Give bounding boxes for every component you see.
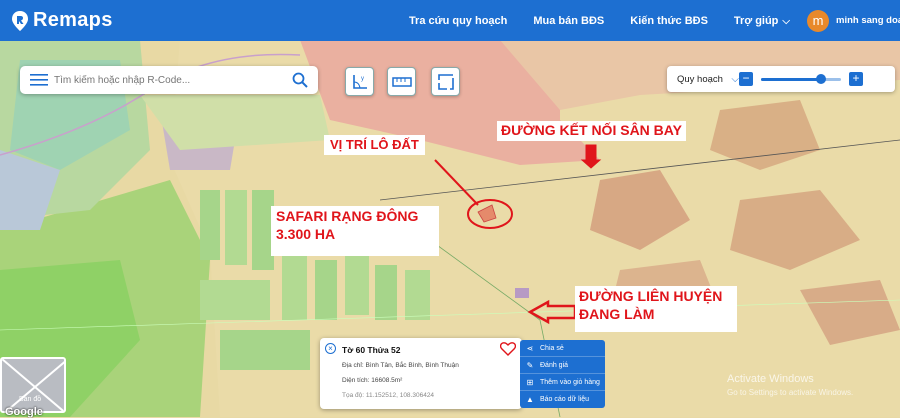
report-label: Báo cáo dữ liệu <box>540 396 590 403</box>
top-navbar: Remaps Tra cứu quy hoạch Mua bán BĐS Kiế… <box>0 0 900 41</box>
parcel-coords: Tọa độ: 11.152512, 108.306424 <box>342 392 435 399</box>
add-to-cart-menu-item[interactable]: ⊞ Thêm vào giỏ hàng <box>520 374 605 391</box>
ruler-icon <box>391 76 412 87</box>
share-icon: ⋖ <box>526 343 534 353</box>
warning-icon: ▲ <box>526 395 534 404</box>
layer-select-label: Quy hoạch <box>677 73 723 85</box>
nav-planning-lookup[interactable]: Tra cứu quy hoạch <box>409 15 507 27</box>
nav-knowledge[interactable]: Kiến thức BĐS <box>630 15 708 27</box>
chevron-down-icon: ⌵ <box>731 73 739 85</box>
heart-icon[interactable] <box>500 342 516 356</box>
district-road-label-line1: ĐƯỜNG LIÊN HUYỆN <box>579 288 723 304</box>
airport-road-arrow <box>580 144 602 169</box>
search-bar <box>20 66 318 94</box>
review-menu-item[interactable]: ✎ Đánh giá <box>520 357 605 374</box>
parcel-address: Địa chỉ: Bình Tân, Bắc Bình, Bình Thuận <box>342 362 459 369</box>
parcel-area: Diện tích: 16608.5m² <box>342 377 403 384</box>
airport-road-label: ĐƯỜNG KẾT NỐI SÂN BAY <box>497 121 686 141</box>
nav-help[interactable]: Trợ giúp ⌵ <box>734 15 790 27</box>
measure-distance-button[interactable] <box>387 67 416 96</box>
area-select-icon <box>437 73 454 90</box>
lot-position-label: VỊ TRÍ LÔ ĐẤT <box>324 135 425 156</box>
brand-logo[interactable]: Remaps <box>12 9 113 32</box>
district-road-label: ĐƯỜNG LIÊN HUYỆN ĐANG LÀM <box>575 286 737 332</box>
report-menu-item[interactable]: ▲ Báo cáo dữ liệu <box>520 391 605 408</box>
opacity-slider-fill <box>761 77 821 81</box>
parcel-title: Tờ 60 Thửa 52 <box>342 345 401 355</box>
menu-icon[interactable] <box>30 73 48 87</box>
district-road-arrow <box>527 299 577 325</box>
user-name[interactable]: minh sang doan <box>836 15 900 26</box>
basemap-thumbnail-icon <box>2 359 64 411</box>
measure-angle-button[interactable]: y <box>345 67 374 96</box>
review-label: Đánh giá <box>540 361 569 369</box>
nav-buy-sell[interactable]: Mua bán BĐS <box>533 15 604 27</box>
main-nav: Tra cứu quy hoạch Mua bán BĐS Kiến thức … <box>396 0 900 41</box>
angle-measure-icon: y <box>352 74 367 89</box>
nav-help-label: Trợ giúp <box>733 14 779 27</box>
add-to-cart-label: Thêm vào giỏ hàng <box>540 378 600 386</box>
brand-name: Remaps <box>33 9 113 31</box>
opacity-increase-button[interactable]: + <box>849 72 863 86</box>
close-icon[interactable]: × <box>325 343 336 354</box>
safari-label-line2: 3.300 HA <box>276 225 336 242</box>
opacity-decrease-button[interactable]: − <box>739 72 753 86</box>
search-input[interactable] <box>54 74 292 86</box>
parcel-popup: × Tờ 60 Thửa 52 Địa chỉ: Bình Tân, Bắc B… <box>320 338 522 409</box>
logo-pin-icon <box>12 10 28 31</box>
share-label: Chia sẻ <box>540 344 564 352</box>
search-icon[interactable] <box>292 72 308 88</box>
chevron-down-icon: ⌵ <box>782 15 790 27</box>
parcel-action-menu: ⋖ Chia sẻ ✎ Đánh giá ⊞ Thêm vào giỏ hàng ▲ B… <box>520 340 605 408</box>
lot-pointer-line <box>434 159 479 206</box>
cart-icon: ⊞ <box>526 377 534 387</box>
layer-select[interactable]: Quy hoạch ⌵ <box>677 74 739 85</box>
lot-highlight-circle <box>467 199 513 229</box>
google-logo: Google <box>5 406 43 418</box>
windows-watermark-title: Activate Windows <box>727 373 814 385</box>
basemap-label: Bản đồ <box>19 396 42 403</box>
avatar[interactable]: m <box>807 9 829 32</box>
safari-label-line1: SAFARI RẠNG ĐÔNG <box>276 208 419 224</box>
safari-label: SAFARI RẠNG ĐÔNG 3.300 HA <box>271 206 439 256</box>
opacity-slider[interactable] <box>761 73 841 84</box>
svg-text:y: y <box>361 76 364 82</box>
opacity-slider-knob[interactable] <box>816 73 826 84</box>
basemap-toggle[interactable]: Bản đồ <box>0 357 66 413</box>
measure-area-button[interactable] <box>431 67 460 96</box>
layer-control: Quy hoạch ⌵ − + <box>667 66 895 92</box>
windows-watermark-subtitle: Go to Settings to activate Windows. <box>727 388 854 397</box>
share-menu-item[interactable]: ⋖ Chia sẻ <box>520 340 605 357</box>
district-road-label-line2: ĐANG LÀM <box>579 305 655 322</box>
edit-icon: ✎ <box>526 360 534 370</box>
